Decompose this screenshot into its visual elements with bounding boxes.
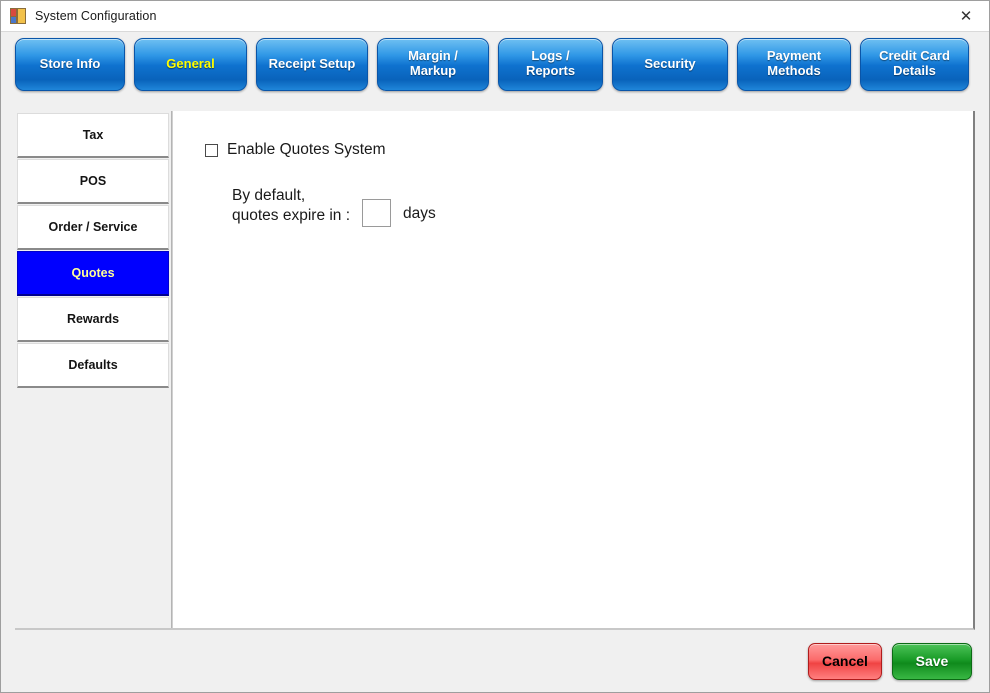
enable-quotes-label: Enable Quotes System [227,141,386,158]
sidebar-item-tax[interactable]: Tax [17,113,169,158]
tab-margin-markup[interactable]: Margin / Markup [377,37,489,91]
enable-quotes-row: Enable Quotes System [205,141,973,159]
windows-form-icon [10,8,26,24]
tab-general[interactable]: General [134,37,247,91]
tab-payment-methods[interactable]: Payment Methods [737,37,851,91]
enable-quotes-checkbox[interactable] [205,143,218,157]
settings-panel: Tax POS Order / Service Quotes Rewards D… [15,111,975,630]
quotes-settings-pane: Enable Quotes System By default, quotes … [172,111,973,628]
quote-expiry-row: By default, quotes expire in : days [232,185,973,227]
footer-bar: Cancel Save [1,630,989,692]
sidebar-item-quotes[interactable]: Quotes [17,251,169,296]
quote-expiry-days-input[interactable] [362,199,392,227]
system-configuration-window: System Configuration ✕ Store Info Genera… [0,0,990,693]
sidebar-empty-space [15,389,171,628]
window-title: System Configuration [35,9,157,23]
settings-sidebar: Tax POS Order / Service Quotes Rewards D… [15,111,172,628]
close-icon[interactable]: ✕ [943,1,989,31]
tab-strip: Store Info General Receipt Setup Margin … [1,32,989,96]
sidebar-item-pos[interactable]: POS [17,159,169,204]
title-bar: System Configuration ✕ [1,1,989,32]
cancel-button[interactable]: Cancel [808,642,882,680]
tab-receipt-setup[interactable]: Receipt Setup [256,37,368,91]
tab-security[interactable]: Security [612,37,728,91]
save-button[interactable]: Save [892,642,972,680]
tab-logs-reports[interactable]: Logs / Reports [498,37,603,91]
days-unit-label: days [403,205,436,222]
sidebar-item-rewards[interactable]: Rewards [17,297,169,342]
quote-expiry-label: By default, quotes expire in : [232,186,351,224]
tab-store-info[interactable]: Store Info [15,37,125,91]
sidebar-item-defaults[interactable]: Defaults [17,343,169,388]
tab-credit-card-details[interactable]: Credit Card Details [860,37,969,91]
sidebar-item-order-service[interactable]: Order / Service [17,205,169,250]
content-area: Tax POS Order / Service Quotes Rewards D… [1,96,989,630]
